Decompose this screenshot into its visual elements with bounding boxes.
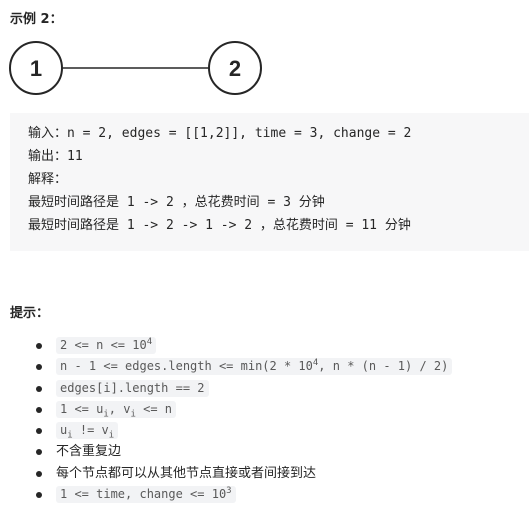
hint-code: 1 <= ui, vi <= n bbox=[56, 400, 177, 419]
bullet-icon bbox=[36, 449, 42, 456]
hint-code-part: n - 1 <= edges.length <= min(2 * 10 bbox=[60, 359, 313, 374]
hint-item: 1 <= time, change <= 103 bbox=[0, 484, 529, 505]
hint-item: 2 <= n <= 104 bbox=[0, 335, 529, 356]
bullet-icon bbox=[36, 428, 42, 435]
hint-code-part: i bbox=[108, 430, 115, 441]
hint-item: 不含重复边 bbox=[0, 441, 529, 462]
example-heading: 示例 2： bbox=[10, 12, 63, 27]
bullet-icon bbox=[36, 470, 42, 477]
hint-code-part: 3 bbox=[226, 486, 232, 497]
code-line-path-2: 最短时间路径是 1 -> 2 -> 1 -> 2 ，总花费时间 = 11 分钟 bbox=[28, 218, 411, 233]
hint-code: 1 <= time, change <= 103 bbox=[56, 486, 236, 504]
hint-text: 每个节点都可以从其他节点直接或者间接到达 bbox=[56, 465, 317, 481]
hints-list: 2 <= n <= 104 n - 1 <= edges.length <= mi… bbox=[0, 335, 529, 505]
graph-node: 1 bbox=[9, 41, 63, 95]
hint-item: 每个节点都可以从其他节点直接或者间接到达 bbox=[0, 463, 529, 484]
graph-node: 2 bbox=[208, 41, 262, 95]
hint-code: edges[i].length == 2 bbox=[56, 379, 209, 397]
hint-text: 不含重复边 bbox=[56, 444, 122, 460]
hint-code: 2 <= n <= 104 bbox=[56, 337, 157, 354]
hint-code: ui != vi bbox=[56, 422, 119, 441]
bullet-icon bbox=[36, 364, 42, 371]
bullet-icon bbox=[36, 406, 42, 413]
hint-code-part: 1 <= time, change <= 10 bbox=[60, 487, 227, 502]
hint-item: edges[i].length == 2 bbox=[0, 378, 529, 399]
code-line-explanation: 解释： bbox=[28, 172, 68, 187]
hint-code-part: , v bbox=[108, 401, 131, 416]
hint-code-part: <= n bbox=[135, 401, 173, 416]
example-code-block: 输入：n = 2, edges = [[1,2]], time = 3, cha… bbox=[10, 113, 529, 251]
hints-heading: 提示： bbox=[10, 306, 50, 321]
hint-code-part: , n * (n - 1) / 2) bbox=[318, 359, 449, 374]
graph-node-label: 2 bbox=[229, 56, 241, 81]
hint-code-part: edges[i].length == 2 bbox=[60, 380, 205, 395]
code-line-output: 输出：11 bbox=[28, 149, 83, 164]
code-line-input: 输入：n = 2, edges = [[1,2]], time = 3, cha… bbox=[28, 126, 412, 141]
hint-code-part: 2 <= n <= 10 bbox=[60, 338, 147, 352]
hint-code-part: != v bbox=[72, 423, 109, 438]
hint-item: n - 1 <= edges.length <= min(2 * 104, n … bbox=[0, 356, 529, 377]
graph-diagram: 1 2 bbox=[9, 41, 262, 95]
bullet-icon bbox=[36, 492, 42, 499]
code-line-path-1: 最短时间路径是 1 -> 2 ，总花费时间 = 3 分钟 bbox=[28, 195, 325, 210]
bullet-icon bbox=[36, 385, 42, 392]
hint-code: n - 1 <= edges.length <= min(2 * 104, n … bbox=[56, 358, 453, 376]
hint-item: 1 <= ui, vi <= n bbox=[0, 399, 529, 420]
graph-node-label: 1 bbox=[30, 56, 42, 81]
hint-item: ui != vi bbox=[0, 420, 529, 441]
bullet-icon bbox=[36, 343, 42, 349]
hint-code-part: 4 bbox=[146, 337, 153, 347]
hint-code-part: 1 <= u bbox=[60, 401, 104, 416]
